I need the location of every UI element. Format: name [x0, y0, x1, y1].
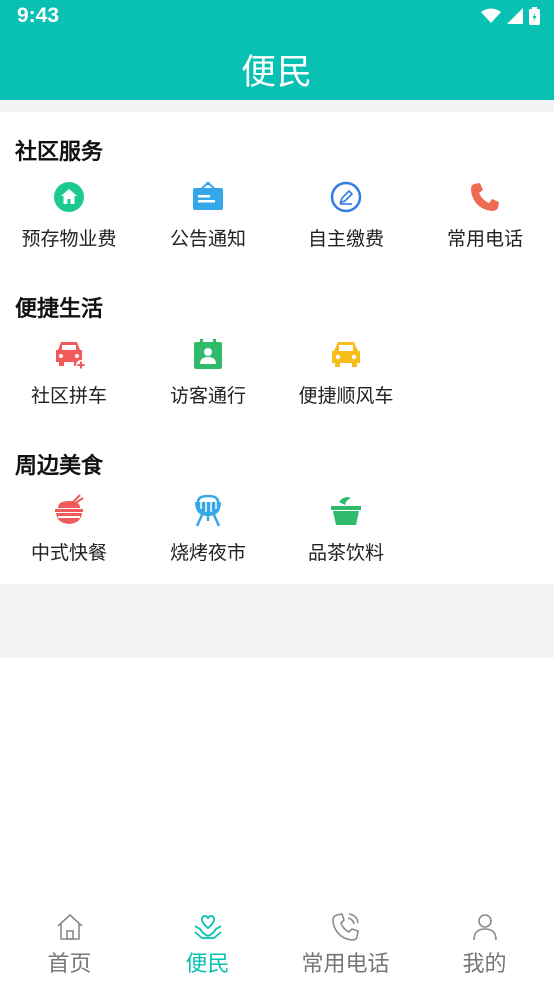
bbq-grill-icon [195, 494, 221, 527]
service-prepay-property-fee[interactable]: 预存物业费 [0, 180, 139, 251]
section-title-convenient-life: 便捷生活 [15, 297, 104, 322]
service-label: 自主缴费 [307, 228, 384, 250]
signal-icon [507, 8, 523, 24]
visitor-pass-icon [194, 339, 222, 369]
service-label: 访客通行 [169, 385, 246, 407]
service-label: 公告通知 [169, 228, 246, 250]
page-title: 便民 [240, 53, 313, 93]
carpool-icon [56, 342, 86, 370]
status-icons [481, 7, 540, 25]
tab-home[interactable]: 首页 [0, 912, 139, 978]
service-self-payment[interactable]: 自主缴费 [276, 180, 416, 251]
phone-outline-icon [331, 913, 359, 941]
home-outline-icon [56, 913, 83, 940]
service-label: 中式快餐 [30, 542, 107, 564]
wifi-icon [481, 8, 501, 23]
phone-icon [471, 183, 499, 211]
service-visitor-pass[interactable]: 访客通行 [138, 337, 278, 408]
battery-icon [529, 7, 540, 25]
content-footer-gap [0, 584, 554, 658]
tab-convenience[interactable]: 便民 [138, 912, 277, 978]
section-title-community: 社区服务 [15, 140, 104, 165]
tab-label: 常用电话 [301, 952, 390, 977]
service-tea-drinks[interactable]: 品茶饮料 [276, 494, 416, 565]
section-gap [0, 100, 554, 112]
service-label: 品茶饮料 [307, 542, 384, 564]
tab-label: 我的 [462, 952, 507, 977]
house-icon [54, 182, 84, 212]
service-ride-share[interactable]: 便捷顺风车 [276, 337, 416, 408]
service-announcements[interactable]: 公告通知 [138, 180, 278, 251]
service-label: 预存物业费 [21, 228, 117, 250]
taxi-icon [332, 342, 360, 367]
tea-cup-icon [331, 497, 361, 525]
service-chinese-fast-food[interactable]: 中式快餐 [0, 494, 139, 565]
service-community-carpool[interactable]: 社区拼车 [0, 337, 139, 408]
tab-label: 首页 [47, 952, 92, 977]
person-outline-icon [472, 914, 497, 941]
heart-hands-icon [193, 915, 222, 939]
status-bar: 9:43 [0, 0, 554, 32]
service-bbq-night-market[interactable]: 烧烤夜市 [138, 494, 278, 565]
service-label: 社区拼车 [30, 385, 107, 407]
service-common-phones[interactable]: 常用电话 [415, 180, 554, 251]
tab-common-phones[interactable]: 常用电话 [276, 912, 415, 978]
bottom-tab-bar: 首页 便民 常用电话 我的 [0, 900, 554, 984]
service-label: 便捷顺风车 [298, 385, 394, 407]
tab-profile[interactable]: 我的 [415, 912, 554, 978]
service-label: 烧烤夜市 [169, 542, 246, 564]
status-time: 9:43 [17, 4, 60, 27]
notice-board-icon [193, 181, 223, 210]
header-bar: 便民 [0, 32, 554, 100]
pencil-circle-icon [330, 181, 362, 213]
services-panel: 社区服务 预存物业费 公告通知 自主缴费 常用电话 便捷生活 社区拼车 访客通行… [0, 112, 554, 584]
rice-bowl-icon [55, 494, 84, 524]
tab-label: 便民 [185, 952, 230, 977]
service-label: 常用电话 [446, 228, 523, 250]
section-title-nearby-food: 周边美食 [15, 454, 104, 479]
